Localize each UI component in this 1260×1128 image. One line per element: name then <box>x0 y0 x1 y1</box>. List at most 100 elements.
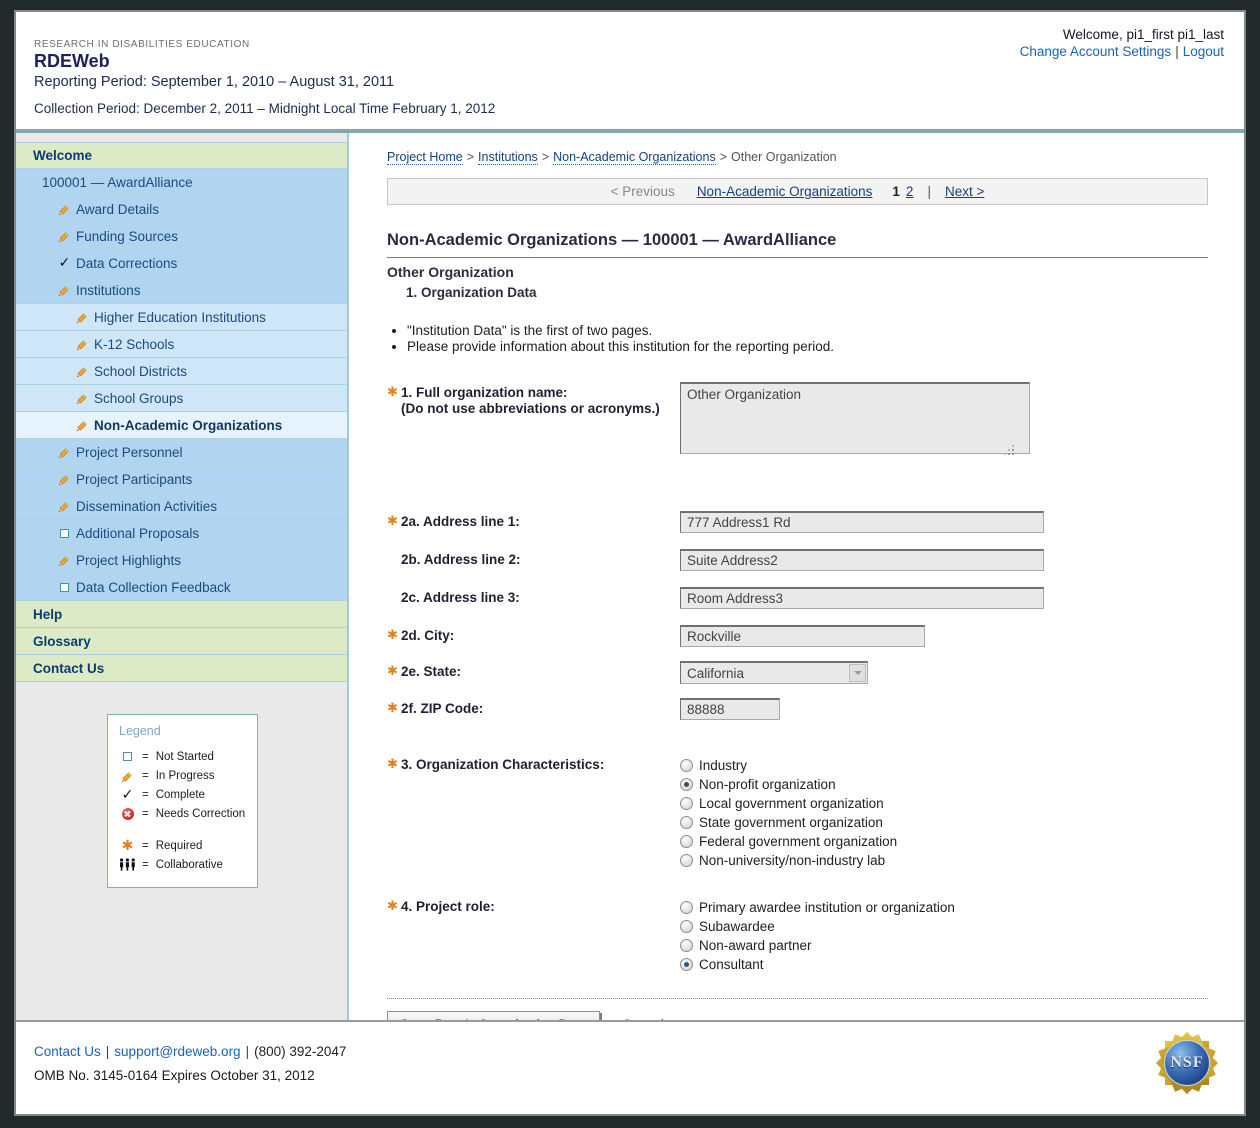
radio-option-non-university-non-industry-lab[interactable]: Non-university/non-industry lab <box>680 851 1208 870</box>
legend-item-required: ✱=Required <box>119 836 251 855</box>
form-separator <box>387 998 1208 999</box>
state-select[interactable]: California <box>680 661 868 684</box>
field-city: ✱ 2d. City: <box>387 625 1208 647</box>
org-name-textarea[interactable]: Other Organization <box>680 382 1030 454</box>
sidebar-item-project-participants[interactable]: Project Participants <box>16 466 347 493</box>
footer-phone: (800) 392-2047 <box>254 1044 346 1059</box>
square-icon <box>60 529 69 538</box>
pencil-icon <box>76 310 90 324</box>
city-label: 2d. City: <box>401 628 454 644</box>
sidebar-item-glossary[interactable]: Glossary <box>16 628 347 655</box>
sidebar-item-school-districts[interactable]: School Districts <box>16 358 347 385</box>
zip-label: 2f. ZIP Code: <box>401 701 483 717</box>
pencil-icon <box>76 391 90 405</box>
sidebar-nav: Welcome 100001 — AwardAlliance Award Deta… <box>16 142 347 682</box>
collaborative-icon <box>119 858 136 871</box>
breadcrumb-non-academic-organizations[interactable]: Non-Academic Organizations <box>553 150 716 165</box>
sidebar-item-higher-education-institutions[interactable]: Higher Education Institutions <box>16 304 347 331</box>
check-icon: ✓ <box>122 788 134 802</box>
radio-option-federal-government-organization[interactable]: Federal government organization <box>680 832 1208 851</box>
radio-option-non-award-partner[interactable]: Non-award partner <box>680 936 1208 955</box>
save-button[interactable]: Save Part 1: Organization Data <box>387 1011 600 1020</box>
address3-input[interactable] <box>680 587 1044 609</box>
radio-option-industry[interactable]: Industry <box>680 756 1208 775</box>
sidebar-item-label: Dissemination Activities <box>76 499 217 514</box>
state-dropdown-button[interactable] <box>849 664 866 682</box>
page-number-2-link[interactable]: 2 <box>906 184 914 199</box>
breadcrumb-project-home[interactable]: Project Home <box>387 150 463 165</box>
sidebar-item-dissemination-activities[interactable]: Dissemination Activities <box>16 493 347 520</box>
note-item: "Institution Data" is the first of two p… <box>407 323 1208 339</box>
state-selected-value: California <box>681 666 744 681</box>
footer-email-link[interactable]: support@rdeweb.org <box>114 1044 240 1059</box>
chevron-down-icon <box>854 671 862 675</box>
address2-input[interactable] <box>680 549 1044 571</box>
radio-option-consultant[interactable]: Consultant <box>680 955 1208 974</box>
welcome-text: Welcome, pi1_first pi1_last <box>1020 26 1224 43</box>
page-subtitle: Other Organization <box>387 264 1208 280</box>
radio-icon-subawardee[interactable] <box>680 920 693 933</box>
legend-item-not-started: =Not Started <box>119 747 251 766</box>
org-characteristics-label: 3. Organization Characteristics: <box>401 757 604 773</box>
radio-option-local-government-organization[interactable]: Local government organization <box>680 794 1208 813</box>
radio-option-non-profit-organization[interactable]: Non-profit organization <box>680 775 1208 794</box>
sidebar-item-project-personnel[interactable]: Project Personnel <box>16 439 347 466</box>
change-account-settings-link[interactable]: Change Account Settings <box>1020 44 1172 59</box>
radio-option-subawardee[interactable]: Subawardee <box>680 917 1208 936</box>
breadcrumb-institutions[interactable]: Institutions <box>478 150 538 165</box>
resize-grip-icon[interactable] <box>1012 453 1014 455</box>
sidebar: Welcome 100001 — AwardAlliance Award Deta… <box>16 133 349 1020</box>
sidebar-item-label: Project Personnel <box>76 445 183 460</box>
sidebar-item-school-groups[interactable]: School Groups <box>16 385 347 412</box>
radio-icon-industry[interactable] <box>680 759 693 772</box>
required-icon: ✱ <box>387 757 401 773</box>
square-icon <box>123 752 132 761</box>
radio-icon-local-government-organization[interactable] <box>680 797 693 810</box>
logout-link[interactable]: Logout <box>1183 44 1224 59</box>
radio-icon-non-award-partner[interactable] <box>680 939 693 952</box>
pagination-bar: < Previous Non-Academic Organizations 1 … <box>387 178 1208 205</box>
sidebar-item-institutions[interactable]: Institutions <box>16 277 347 304</box>
sidebar-item-project-highlights[interactable]: Project Highlights <box>16 547 347 574</box>
pencil-icon <box>58 229 72 243</box>
radio-option-state-government-organization[interactable]: State government organization <box>680 813 1208 832</box>
sidebar-item-k-12-schools[interactable]: K-12 Schools <box>16 331 347 358</box>
sidebar-item-label: Award Details <box>76 202 159 217</box>
sidebar-item-label: Institutions <box>76 283 141 298</box>
sidebar-item-welcome[interactable]: Welcome <box>16 142 347 169</box>
address1-label: 2a. Address line 1: <box>401 514 520 530</box>
breadcrumb-other-organization: Other Organization <box>731 150 837 164</box>
radio-option-primary-awardee-institution-or-organization[interactable]: Primary awardee institution or organizat… <box>680 898 1208 917</box>
radio-icon-non-profit-organization[interactable] <box>680 778 693 791</box>
required-icon: ✱ <box>387 664 401 680</box>
sidebar-item-label: Data Corrections <box>76 256 177 271</box>
sidebar-item-label: 100001 — AwardAlliance <box>42 175 193 190</box>
footer-contact-link[interactable]: Contact Us <box>34 1044 101 1059</box>
radio-icon-primary-awardee-institution-or-organization[interactable] <box>680 901 693 914</box>
sidebar-item-help[interactable]: Help <box>16 601 347 628</box>
breadcrumb: Project Home>Institutions>Non-Academic O… <box>387 150 1208 164</box>
address1-input[interactable] <box>680 511 1044 533</box>
form-actions: Save Part 1: Organization Data Cancel <box>387 1011 1208 1020</box>
city-input[interactable] <box>680 625 925 647</box>
sidebar-item-additional-proposals[interactable]: Additional Proposals <box>16 520 347 547</box>
sidebar-item-non-academic-organizations[interactable]: Non-Academic Organizations <box>16 412 347 439</box>
radio-icon-federal-government-organization[interactable] <box>680 835 693 848</box>
radio-icon-state-government-organization[interactable] <box>680 816 693 829</box>
radio-icon-non-university-non-industry-lab[interactable] <box>680 854 693 867</box>
zip-input[interactable] <box>680 698 780 720</box>
pagination-group-link[interactable]: Non-Academic Organizations <box>697 184 873 199</box>
next-page-link[interactable]: Next > <box>945 184 984 199</box>
sidebar-item-funding-sources[interactable]: Funding Sources <box>16 223 347 250</box>
sidebar-item-contact-us[interactable]: Contact Us <box>16 655 347 682</box>
sidebar-item-label: Glossary <box>33 634 91 649</box>
needs-correction-icon <box>122 808 134 820</box>
sidebar-item-award-details[interactable]: Award Details <box>16 196 347 223</box>
org-characteristics-options: IndustryNon-profit organizationLocal gov… <box>680 756 1208 870</box>
sidebar-item-data-collection-feedback[interactable]: Data Collection Feedback <box>16 574 347 601</box>
sidebar-item-data-corrections[interactable]: ✓Data Corrections <box>16 250 347 277</box>
square-icon <box>60 583 69 592</box>
sidebar-item-100001-awardalliance[interactable]: 100001 — AwardAlliance <box>16 169 347 196</box>
sidebar-item-label: Project Participants <box>76 472 192 487</box>
radio-icon-consultant[interactable] <box>680 958 693 971</box>
